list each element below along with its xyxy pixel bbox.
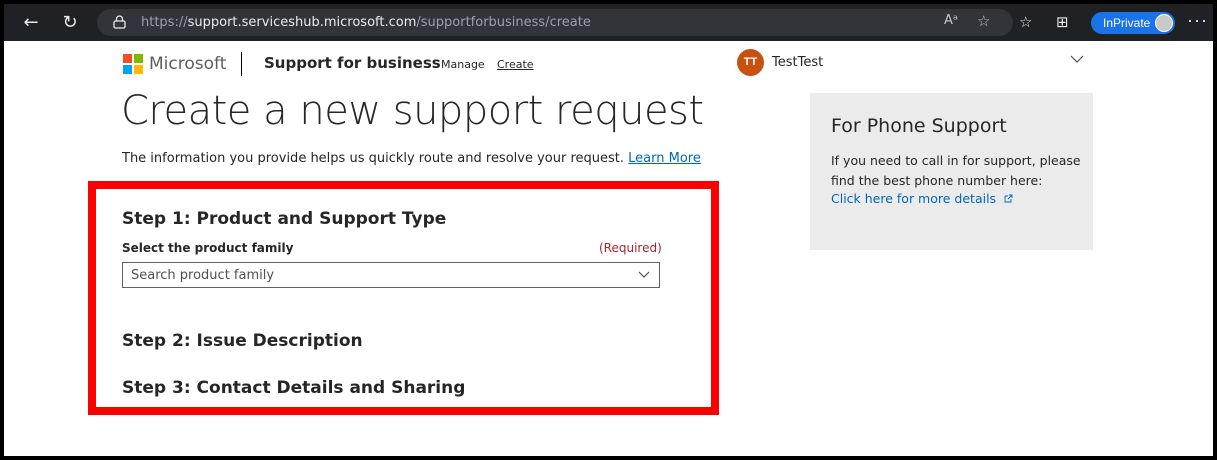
product-family-combobox[interactable]: [122, 262, 660, 288]
refresh-icon[interactable]: ↻: [57, 10, 83, 36]
back-arrow-icon[interactable]: ←: [18, 10, 44, 36]
step-3-heading[interactable]: Step 3: Contact Details and Sharing: [122, 378, 465, 398]
profile-avatar-icon: [1155, 14, 1173, 32]
inprivate-label: InPrivate: [1103, 16, 1151, 30]
phone-support-text: If you need to call in for support, plea…: [831, 153, 1081, 188]
microsoft-logo-icon[interactable]: [123, 54, 143, 74]
user-avatar[interactable]: TT: [737, 49, 764, 76]
step-2-heading[interactable]: Step 2: Issue Description: [122, 331, 363, 351]
intro-text: The information you provide helps us qui…: [122, 151, 701, 166]
nav-create[interactable]: Create: [497, 58, 534, 71]
read-aloud-icon[interactable]: Aᵃ: [944, 13, 958, 28]
more-menu-icon[interactable]: ···: [1187, 10, 1208, 31]
lock-icon: [113, 15, 126, 29]
browser-toolbar: ← ↻ https://support.serviceshub.microsof…: [4, 4, 1213, 41]
product-family-search-input[interactable]: [123, 263, 623, 287]
browser-window: ← ↻ https://support.serviceshub.microsof…: [4, 4, 1213, 456]
company-name[interactable]: Microsoft: [149, 54, 226, 74]
brand-title[interactable]: Support for business: [264, 54, 441, 72]
collections-icon[interactable]: ⊞: [1056, 13, 1069, 31]
header-divider: [241, 52, 242, 76]
required-indicator: (Required): [599, 241, 662, 255]
add-favorite-icon[interactable]: ☆: [977, 12, 990, 30]
chevron-down-icon[interactable]: [1070, 54, 1084, 64]
inprivate-button[interactable]: InPrivate: [1091, 12, 1175, 34]
external-link-icon: [1004, 194, 1013, 203]
step-1-heading[interactable]: Step 1: Product and Support Type: [122, 209, 446, 229]
phone-details-link[interactable]: Click here for more details: [831, 191, 1013, 206]
address-bar[interactable]: https://support.serviceshub.microsoft.co…: [97, 9, 1013, 36]
url-text: https://support.serviceshub.microsoft.co…: [141, 15, 591, 30]
phone-support-panel: For Phone Support If you need to call in…: [810, 93, 1093, 250]
favorites-icon[interactable]: ☆: [1019, 13, 1032, 31]
phone-support-title: For Phone Support: [831, 115, 1007, 137]
page-title: Create a new support request: [121, 88, 704, 134]
learn-more-link[interactable]: Learn More: [628, 151, 701, 166]
nav-manage[interactable]: Manage: [441, 58, 485, 71]
user-name[interactable]: TestTest: [772, 55, 823, 70]
product-family-label: Select the product family: [122, 241, 294, 255]
chevron-down-icon[interactable]: [638, 271, 650, 279]
